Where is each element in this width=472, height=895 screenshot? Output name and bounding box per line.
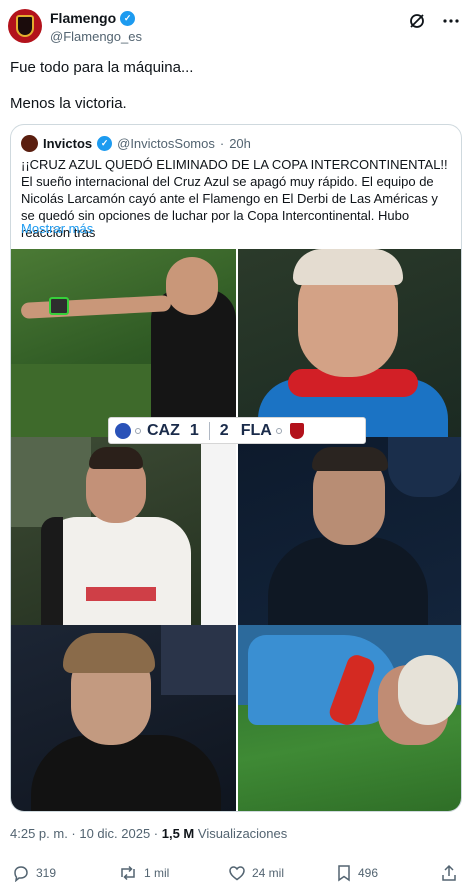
quoted-separator: ·: [219, 136, 225, 151]
quoted-tweet[interactable]: Invictos ✓ @InvictosSomos · 20h ¡¡CRUZ A…: [10, 124, 462, 812]
tweet-metadata: 4:25 p. m. · 10 dic. 2025 · 1,5 M Visual…: [10, 826, 287, 841]
team-dot-icon: [275, 427, 282, 434]
share-icon: [442, 864, 456, 881]
flamengo-crest-icon: [289, 422, 304, 439]
heart-icon: [229, 866, 245, 881]
tweet-text-line-1: Fue todo para la máquina...: [10, 59, 194, 76]
team-dot-icon: [135, 427, 141, 434]
scoreboard-home-score: 1: [189, 421, 199, 439]
media-grid[interactable]: CAZ 1 2 FLA: [11, 249, 461, 811]
like-count: 24 mil: [252, 866, 285, 880]
quoted-author-handle: @InvictosSomos: [117, 136, 215, 151]
views-label: Visualizaciones: [194, 826, 288, 841]
photo-referee: [11, 249, 236, 437]
scoreboard-overlay: CAZ 1 2 FLA: [108, 417, 366, 444]
repost-button[interactable]: 1 mil: [118, 864, 169, 882]
tweet-header: Flamengo ✓ @Flamengo_es: [0, 0, 472, 52]
views-count: 1,5 M: [161, 826, 195, 841]
bookmark-button[interactable]: 496: [336, 864, 378, 882]
header-actions: [408, 12, 460, 30]
cruz-azul-crest-icon: [115, 422, 131, 439]
repost-icon: [121, 865, 135, 881]
tweet-actions: 319 1 mil 24 mil 496: [0, 864, 472, 890]
repost-count: 1 mil: [144, 866, 170, 880]
show-more-link[interactable]: Mostrar más: [21, 221, 93, 236]
reply-count: 319: [36, 866, 57, 880]
photo-player-bent-over: [238, 625, 461, 811]
photo-coach-long-hair: [11, 625, 236, 811]
photo-player-white-kit: [11, 437, 236, 625]
author-name-row: Flamengo ✓: [50, 10, 136, 26]
scoreboard-divider: [208, 421, 210, 440]
share-button[interactable]: [440, 864, 458, 882]
verified-badge-icon: ✓: [120, 10, 136, 26]
scoreboard-home-team: CAZ: [147, 421, 180, 439]
bookmark-count: 496: [358, 866, 379, 880]
scoreboard-away-score: 2: [219, 421, 229, 439]
tweet-timestamp[interactable]: 4:25 p. m. · 10 dic. 2025 ·: [10, 826, 162, 841]
author-display-name[interactable]: Flamengo: [50, 10, 116, 26]
author-handle[interactable]: @Flamengo_es: [50, 29, 142, 44]
reply-icon: [14, 866, 28, 882]
tweet-text-line-2: Menos la victoria.: [10, 95, 127, 112]
photo-coach-dark: [238, 437, 461, 625]
flamengo-crest-icon: [16, 15, 34, 37]
quoted-author-avatar: [21, 135, 38, 152]
photo-player-blond: [238, 249, 461, 437]
like-button[interactable]: 24 mil: [228, 864, 284, 882]
author-avatar[interactable]: [8, 9, 42, 43]
more-options-icon[interactable]: [442, 12, 460, 30]
quoted-tweet-header: Invictos ✓ @InvictosSomos · 20h: [21, 135, 251, 152]
quoted-author-name: Invictos: [43, 136, 93, 151]
grok-icon[interactable]: [408, 12, 426, 30]
quoted-verified-badge-icon: ✓: [97, 136, 113, 151]
reply-button[interactable]: 319: [12, 864, 56, 882]
bookmark-icon: [338, 865, 350, 882]
scoreboard-away-team: FLA: [240, 421, 272, 439]
quoted-tweet-age: 20h: [229, 136, 251, 151]
